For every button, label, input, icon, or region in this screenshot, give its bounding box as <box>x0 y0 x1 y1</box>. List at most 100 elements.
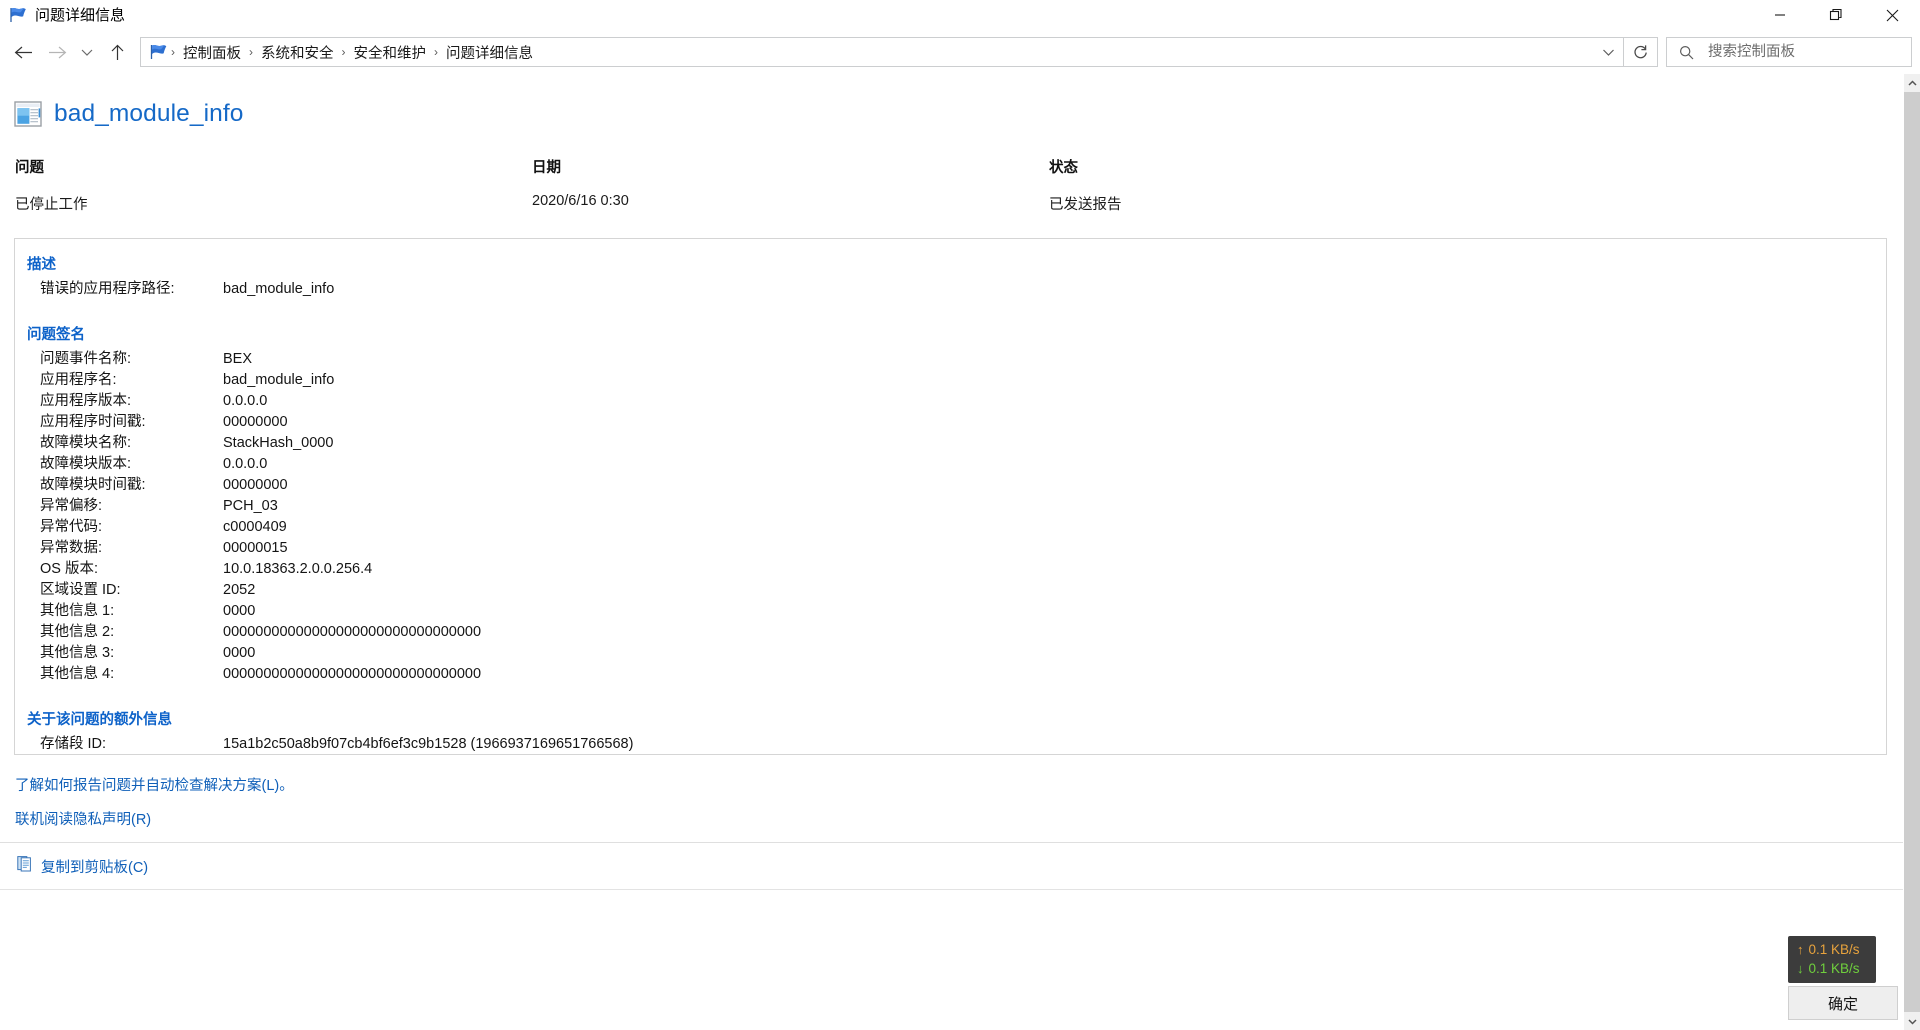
copy-to-clipboard-label: 复制到剪贴板(C) <box>41 859 149 876</box>
detail-value: BEX <box>223 351 253 367</box>
detail-row: 其他信息 2: 00000000000000000000000000000000 <box>27 622 1870 643</box>
links-group: 了解如何报告问题并自动检查解决方案(L)。 联机阅读隐私声明(R) <box>14 774 1887 829</box>
detail-key: 应用程序名: <box>40 372 117 388</box>
forward-button[interactable] <box>40 35 74 69</box>
scroll-down-button[interactable] <box>1904 1012 1920 1030</box>
detail-value: c0000409 <box>223 519 287 535</box>
detail-value: 00000000 <box>223 477 288 493</box>
scrollbar-track[interactable] <box>1904 92 1920 1012</box>
detail-row: OS 版本: 10.0.18363.2.0.0.256.4 <box>27 559 1870 580</box>
detail-key: OS 版本: <box>40 561 99 577</box>
scroll-up-button[interactable] <box>1904 74 1920 92</box>
copy-to-clipboard-button[interactable]: 复制到剪贴板(C) <box>14 843 1887 877</box>
detail-key: 其他信息 2: <box>40 624 115 640</box>
chevron-down-icon <box>81 49 93 56</box>
network-speed-widget: ↑ 0.1 KB/s ↓ 0.1 KB/s <box>1788 936 1876 983</box>
breadcrumb-item-problem-details[interactable]: 问题详细信息 <box>439 39 540 66</box>
summary-column-status: 状态 已发送报告 <box>1049 156 1122 214</box>
detail-value: 0000 <box>223 603 256 619</box>
network-download-row: ↓ 0.1 KB/s <box>1788 959 1876 978</box>
section-heading-description: 描述 <box>27 257 56 273</box>
upload-arrow-icon: ↑ <box>1797 942 1804 957</box>
scroll-up-icon <box>1907 79 1917 86</box>
title-bar-left: 问题详细信息 <box>0 0 125 30</box>
page-title-text: bad_module_info <box>54 100 244 127</box>
summary-header: 问题 <box>15 160 44 176</box>
detail-row: 应用程序时间戳: 00000000 <box>27 412 1870 433</box>
footer-divider <box>0 889 1903 890</box>
detail-row: 问题事件名称: BEX <box>27 349 1870 370</box>
breadcrumb-item-system-and-security[interactable]: 系统和安全 <box>254 39 341 66</box>
flag-icon <box>9 7 27 23</box>
network-upload-row: ↑ 0.1 KB/s <box>1788 940 1876 959</box>
summary-value: 已发送报告 <box>1049 197 1122 213</box>
up-arrow-icon <box>111 44 123 60</box>
summary-row: 问题 已停止工作 日期 2020/6/16 0:30 状态 已发送报告 <box>14 156 1887 214</box>
refresh-button[interactable] <box>1623 37 1657 67</box>
detail-key: 异常数据: <box>40 540 103 556</box>
up-button[interactable] <box>100 35 134 69</box>
detail-row: 故障模块时间戳: 00000000 <box>27 475 1870 496</box>
ok-button[interactable]: 确定 <box>1788 986 1898 1020</box>
detail-value: 0.0.0.0 <box>223 456 268 472</box>
minimize-button[interactable] <box>1752 0 1808 30</box>
detail-value: StackHash_0000 <box>223 435 334 451</box>
window-title: 问题详细信息 <box>35 7 126 24</box>
detail-key: 应用程序版本: <box>40 393 132 409</box>
address-dropdown-button[interactable] <box>1593 38 1623 66</box>
breadcrumb-flag-icon[interactable] <box>149 44 168 60</box>
detail-key: 异常偏移: <box>40 498 103 514</box>
maximize-button[interactable] <box>1808 0 1864 30</box>
detail-value: PCH_03 <box>223 498 278 514</box>
detail-key: 问题事件名称: <box>40 351 132 367</box>
detail-value: 00000015 <box>223 540 288 556</box>
scroll-down-icon <box>1907 1018 1917 1025</box>
section-heading-extra-information: 关于该问题的额外信息 <box>27 712 172 728</box>
clipboard-icon <box>17 855 32 877</box>
content-region: bad_module_info 问题 已停止工作 日期 2020/6/16 0:… <box>0 74 1920 1030</box>
back-arrow-icon <box>14 46 32 58</box>
scrollbar-thumb[interactable] <box>1904 92 1920 1012</box>
detail-row: 异常代码: c0000409 <box>27 517 1870 538</box>
summary-header: 日期 <box>532 160 561 176</box>
chevron-down-icon <box>1602 49 1614 56</box>
breadcrumb-item-control-panel[interactable]: 控制面板 <box>176 39 248 66</box>
detail-value: bad_module_info <box>223 281 335 297</box>
detail-key: 其他信息 3: <box>40 645 115 661</box>
detail-row: 应用程序名: bad_module_info <box>27 370 1870 391</box>
breadcrumb-item-security-and-maintenance[interactable]: 安全和维护 <box>347 39 434 66</box>
detail-key: 其他信息 1: <box>40 603 115 619</box>
detail-key: 故障模块时间戳: <box>40 477 146 493</box>
detail-key: 异常代码: <box>40 519 103 535</box>
detail-key: 其他信息 4: <box>40 666 115 682</box>
detail-key: 故障模块名称: <box>40 435 132 451</box>
link-privacy-statement[interactable]: 联机阅读隐私声明(R) <box>15 808 1887 829</box>
window-controls <box>1752 0 1920 30</box>
summary-column-problem: 问题 已停止工作 <box>15 156 532 214</box>
recent-locations-button[interactable] <box>74 35 100 69</box>
summary-column-date: 日期 2020/6/16 0:30 <box>532 156 1049 214</box>
search-input[interactable] <box>1706 43 1911 61</box>
detail-row: 其他信息 4: 00000000000000000000000000000000 <box>27 664 1870 685</box>
section-heading-problem-signature: 问题签名 <box>27 327 85 343</box>
detail-row: 其他信息 1: 0000 <box>27 601 1870 622</box>
summary-value: 2020/6/16 0:30 <box>532 193 629 209</box>
close-button[interactable] <box>1864 0 1920 30</box>
back-button[interactable] <box>6 35 40 69</box>
address-bar[interactable]: › 控制面板 › 系统和安全 › 安全和维护 › 问题详细信息 <box>140 37 1658 67</box>
link-report-problem-help[interactable]: 了解如何报告问题并自动检查解决方案(L)。 <box>15 774 1887 795</box>
detail-value: 15a1b2c50a8b9f07cb4bf6ef3c9b1528 (196693… <box>223 736 634 752</box>
forward-arrow-icon <box>48 46 66 58</box>
detail-key: 存储段 ID: <box>40 736 107 752</box>
detail-key: 应用程序时间戳: <box>40 414 146 430</box>
vertical-scrollbar[interactable] <box>1903 74 1920 1030</box>
title-bar: 问题详细信息 <box>0 0 1920 30</box>
search-icon <box>1679 45 1694 60</box>
detail-row: 存储段 ID: 15a1b2c50a8b9f07cb4bf6ef3c9b1528… <box>27 734 1870 754</box>
detail-value: 10.0.18363.2.0.0.256.4 <box>223 561 373 577</box>
details-box: 描述 错误的应用程序路径: bad_module_info 问题签名 问题事件名… <box>14 238 1887 755</box>
search-box[interactable] <box>1666 37 1912 67</box>
detail-value: 00000000 <box>223 414 288 430</box>
detail-value: 00000000000000000000000000000000 <box>223 624 482 640</box>
detail-key: 故障模块版本: <box>40 456 132 472</box>
